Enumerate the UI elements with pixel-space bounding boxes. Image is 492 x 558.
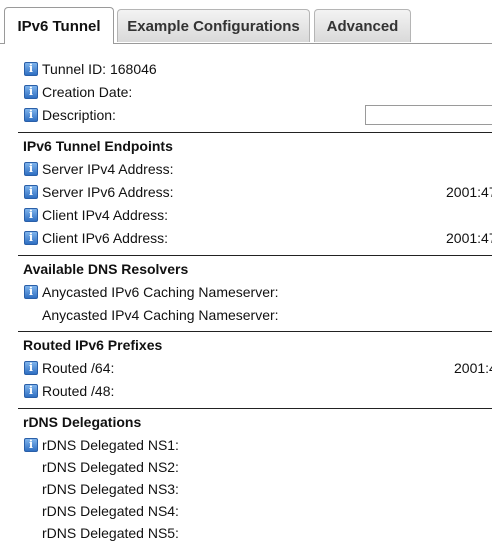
client-ipv4-row: i Client IPv4 Address: bbox=[0, 205, 492, 227]
tunnel-id-label: Tunnel ID: 168046 bbox=[42, 61, 157, 77]
info-icon[interactable]: i bbox=[24, 285, 38, 299]
anycast-ipv6-label: Anycasted IPv6 Caching Nameserver: bbox=[42, 284, 279, 300]
client-ipv6-label: Client IPv6 Address: bbox=[42, 230, 169, 246]
info-icon[interactable]: i bbox=[24, 85, 38, 99]
dns-section-title: Available DNS Resolvers bbox=[23, 261, 189, 277]
info-icon[interactable]: i bbox=[24, 108, 38, 122]
section-divider bbox=[18, 408, 492, 409]
rdns-section-title: rDNS Delegations bbox=[23, 414, 142, 430]
routed64-row: i Routed /64: 2001:4 bbox=[0, 358, 492, 380]
info-icon[interactable]: i bbox=[24, 62, 38, 76]
routed64-value: 2001:4 bbox=[454, 360, 492, 376]
server-ipv4-row: i Server IPv4 Address: bbox=[0, 159, 492, 181]
tunnel-details-panel: i Tunnel ID: 168046 i Creation Date: i D… bbox=[0, 44, 492, 558]
tunnel-id-value: 168046 bbox=[109, 61, 157, 77]
section-divider bbox=[18, 132, 492, 133]
creation-date-row: i Creation Date: bbox=[0, 82, 492, 104]
client-ipv6-row: i Client IPv6 Address: 2001:47 bbox=[0, 228, 492, 250]
routed48-label: Routed /48: bbox=[42, 383, 115, 399]
rdns-ns4-label: rDNS Delegated NS4: bbox=[42, 503, 179, 519]
info-icon[interactable]: i bbox=[24, 384, 38, 398]
info-icon[interactable]: i bbox=[24, 162, 38, 176]
tab-example-configurations[interactable]: Example Configurations bbox=[117, 9, 310, 42]
rdns-ns5-row: rDNS Delegated NS5: bbox=[0, 523, 492, 545]
client-ipv4-label: Client IPv4 Address: bbox=[42, 207, 169, 223]
description-row: i Description: bbox=[0, 105, 492, 127]
routed64-label: Routed /64: bbox=[42, 360, 115, 376]
creation-date-label: Creation Date: bbox=[42, 84, 133, 100]
section-divider bbox=[18, 255, 492, 256]
info-icon[interactable]: i bbox=[24, 361, 38, 375]
rdns-ns1-label: rDNS Delegated NS1: bbox=[42, 437, 179, 453]
info-icon[interactable]: i bbox=[24, 185, 38, 199]
tab-ipv6-tunnel[interactable]: IPv6 Tunnel bbox=[4, 7, 114, 44]
rdns-ns2-label: rDNS Delegated NS2: bbox=[42, 459, 179, 475]
section-divider bbox=[18, 331, 492, 332]
client-ipv6-value: 2001:47 bbox=[446, 230, 492, 246]
server-ipv6-value: 2001:47 bbox=[446, 184, 492, 200]
info-icon[interactable]: i bbox=[24, 231, 38, 245]
prefixes-section-title: Routed IPv6 Prefixes bbox=[23, 337, 163, 353]
server-ipv6-label: Server IPv6 Address: bbox=[42, 184, 174, 200]
routed48-row: i Routed /48: bbox=[0, 381, 492, 403]
description-input[interactable] bbox=[365, 105, 492, 125]
tunnel-id-row: i Tunnel ID: 168046 bbox=[0, 59, 492, 81]
tab-advanced[interactable]: Advanced bbox=[314, 9, 411, 42]
description-label: Description: bbox=[42, 107, 116, 123]
rdns-ns3-label: rDNS Delegated NS3: bbox=[42, 481, 179, 497]
rdns-ns4-row: rDNS Delegated NS4: bbox=[0, 501, 492, 523]
rdns-ns3-row: rDNS Delegated NS3: bbox=[0, 479, 492, 501]
info-icon[interactable]: i bbox=[24, 208, 38, 222]
server-ipv6-row: i Server IPv6 Address: 2001:47 bbox=[0, 182, 492, 204]
rdns-ns1-row: i rDNS Delegated NS1: bbox=[0, 435, 492, 457]
rdns-ns2-row: rDNS Delegated NS2: bbox=[0, 457, 492, 479]
anycast-ipv4-row: Anycasted IPv4 Caching Nameserver: bbox=[0, 305, 492, 327]
anycast-ipv4-label: Anycasted IPv4 Caching Nameserver: bbox=[42, 307, 279, 323]
server-ipv4-label: Server IPv4 Address: bbox=[42, 161, 174, 177]
tab-bar: IPv6 Tunnel Example Configurations Advan… bbox=[0, 0, 492, 44]
endpoints-section-title: IPv6 Tunnel Endpoints bbox=[23, 138, 173, 154]
anycast-ipv6-row: i Anycasted IPv6 Caching Nameserver: bbox=[0, 282, 492, 304]
info-icon[interactable]: i bbox=[24, 438, 38, 452]
rdns-ns5-label: rDNS Delegated NS5: bbox=[42, 525, 179, 541]
